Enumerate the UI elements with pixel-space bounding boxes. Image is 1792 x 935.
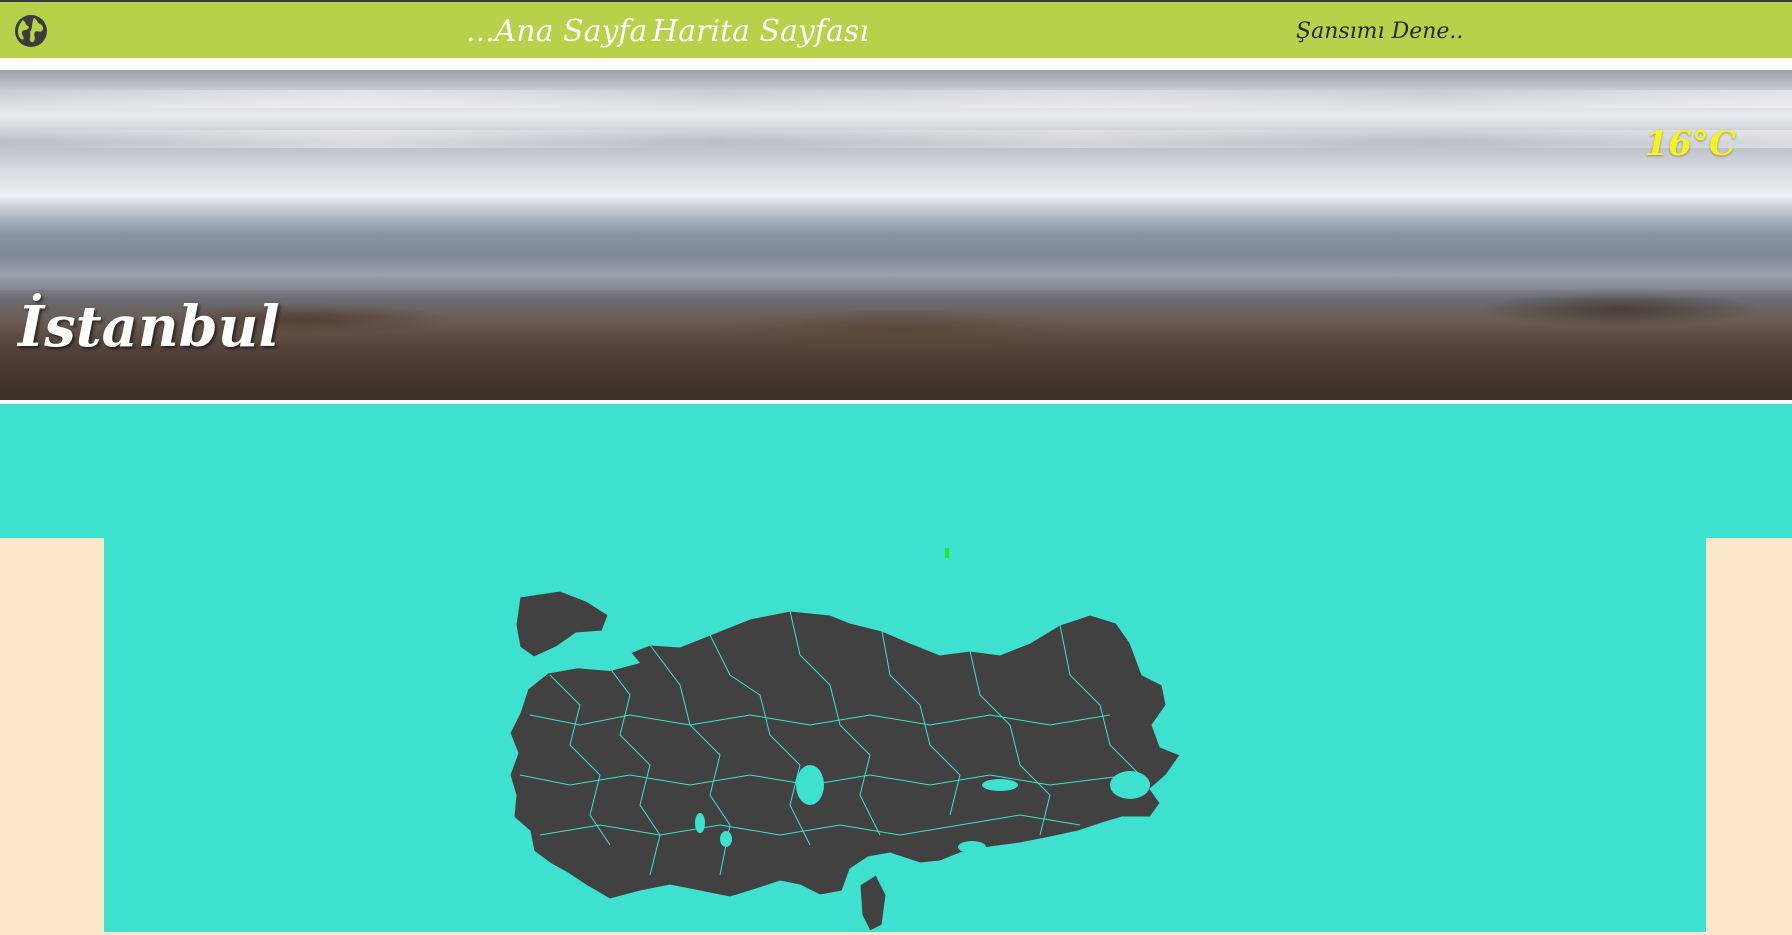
content-header-band xyxy=(0,404,1792,538)
nav-map-link[interactable]: Harita Sayfası xyxy=(652,12,869,52)
loading-indicator xyxy=(945,548,949,558)
cloud-layer xyxy=(0,90,1792,108)
map-lake-van xyxy=(1110,771,1150,799)
navbar: ...Ana Sayfa Harita Sayfası Şansımı Dene… xyxy=(0,2,1792,58)
map-lake-keban xyxy=(982,779,1018,791)
cloud-layer xyxy=(0,130,1792,148)
map-lake-ataturk xyxy=(958,841,986,853)
city-title: İstanbul xyxy=(18,294,280,360)
temperature-label: 16°C xyxy=(1644,124,1736,164)
map-lake-egirdir xyxy=(695,813,705,833)
map-lake-tuz xyxy=(796,765,824,805)
map-region-hatay xyxy=(859,874,887,932)
navbar-spacer xyxy=(0,58,1792,70)
map-lake-beysehir xyxy=(720,831,732,847)
map-region-thrace xyxy=(515,590,609,658)
city-banner: 16°C İstanbul xyxy=(0,70,1792,400)
globe-icon[interactable] xyxy=(14,14,48,48)
nav-luck-link[interactable]: Şansımı Dene.. xyxy=(1296,16,1463,48)
turkey-map[interactable] xyxy=(490,585,1320,935)
nav-home-link[interactable]: ...Ana Sayfa xyxy=(466,12,647,52)
